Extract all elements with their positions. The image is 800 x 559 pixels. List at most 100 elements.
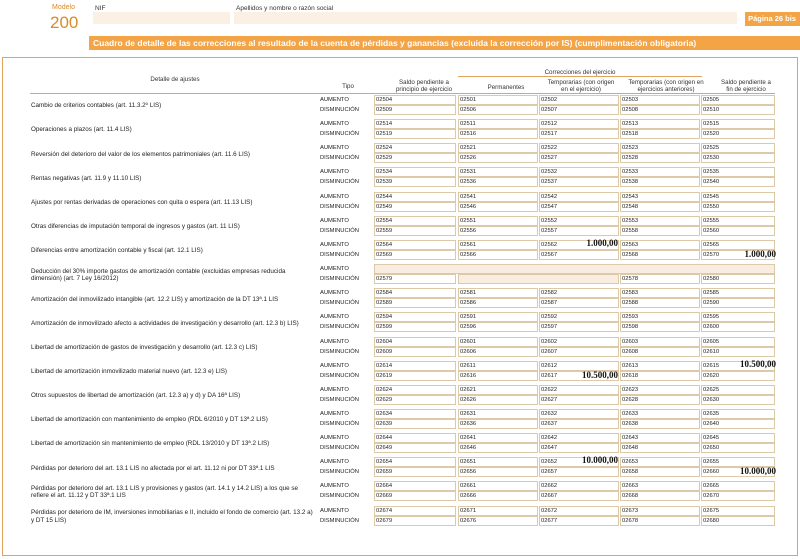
box-aumento-2[interactable]: 02552 [539,215,619,226]
box-aumento-1[interactable]: 02601 [458,336,538,347]
box-disminucion-2[interactable]: 02557 [539,225,619,236]
box-disminucion-2[interactable]: 02567 [539,249,619,260]
box-aumento-0[interactable]: 02594 [374,312,456,323]
box-aumento-1[interactable]: 02591 [458,312,538,323]
box-aumento-0[interactable]: 02524 [374,143,456,154]
box-disminucion-1[interactable]: 02506 [458,105,538,115]
box-aumento-2[interactable]: 02512 [539,119,619,130]
box-disminucion-2[interactable]: 02657 [539,467,619,478]
box-aumento-1[interactable]: 02501 [458,95,538,105]
box-aumento-1[interactable]: 02611 [458,360,538,371]
box-aumento-1[interactable]: 02661 [458,481,538,492]
box-disminucion-1[interactable]: 02516 [458,129,538,140]
box-disminucion-4[interactable]: 02540 [701,177,775,188]
box-aumento-3[interactable]: 02543 [620,191,700,202]
box-disminucion-3[interactable]: 02668 [620,491,700,502]
box-disminucion-1[interactable]: 02556 [458,225,538,236]
box-saldo-fin[interactable]: 02580 [701,274,775,285]
box-disminucion-4[interactable]: 02620 [701,370,775,381]
box-aumento-4[interactable]: 02525 [701,143,775,154]
box-aumento-3[interactable]: 02633 [620,408,700,419]
box-disminucion-3[interactable]: 02648 [620,443,700,454]
box-disminucion-1[interactable]: 02536 [458,177,538,188]
box-aumento-4[interactable]: 02595 [701,312,775,323]
box-aumento-4[interactable]: 02675 [701,505,775,516]
box-aumento-3[interactable]: 02623 [620,384,700,395]
box-aumento-0[interactable]: 02584 [374,288,456,299]
box-aumento-1[interactable]: 02651 [458,457,538,468]
box-disminucion-1[interactable]: 02566 [458,249,538,260]
box-disminucion-0[interactable]: 02669 [374,491,456,502]
box-temporarias-anteriores[interactable]: 02578 [620,274,700,285]
box-disminucion-1[interactable]: 02526 [458,153,538,164]
box-aumento-3[interactable]: 02583 [620,288,700,299]
box-aumento-3[interactable]: 02603 [620,336,700,347]
box-disminucion-4[interactable]: 02590 [701,298,775,309]
box-aumento-0[interactable]: 02554 [374,215,456,226]
box-aumento-2[interactable]: 02502 [539,95,619,105]
box-aumento-0[interactable]: 02564 [374,239,456,250]
box-aumento-1[interactable]: 02581 [458,288,538,299]
box-disminucion-4[interactable]: 02530 [701,153,775,164]
box-aumento-4[interactable]: 02635 [701,408,775,419]
box-disminucion-4[interactable]: 02560 [701,225,775,236]
box-disminucion-4[interactable]: 02520 [701,129,775,140]
box-aumento-0[interactable]: 02634 [374,408,456,419]
box-disminucion-4[interactable]: 02510 [701,105,775,115]
box-disminucion-0[interactable]: 02629 [374,394,456,405]
box-disminucion-0[interactable]: 02509 [374,105,456,115]
box-disminucion-3[interactable]: 02678 [620,515,700,526]
box-disminucion-1[interactable]: 02676 [458,515,538,526]
box-aumento-3[interactable]: 02563 [620,239,700,250]
box-aumento-2[interactable]: 02622 [539,384,619,395]
box-disminucion-4[interactable]: 02630 [701,394,775,405]
box-aumento-3[interactable]: 02613 [620,360,700,371]
box-aumento-0[interactable]: 02664 [374,481,456,492]
box-disminucion-2[interactable]: 02667 [539,491,619,502]
box-aumento-0[interactable]: 02644 [374,433,456,444]
box-disminucion-0[interactable]: 02659 [374,467,456,478]
box-disminucion-4[interactable]: 02640 [701,418,775,429]
box-disminucion-4[interactable]: 02650 [701,443,775,454]
box-aumento-4[interactable]: 02625 [701,384,775,395]
box-aumento-1[interactable]: 02521 [458,143,538,154]
box-aumento-2[interactable]: 02542 [539,191,619,202]
box-aumento-2[interactable]: 02672 [539,505,619,516]
box-disminucion-1[interactable]: 02606 [458,346,538,357]
box-aumento-3[interactable]: 02503 [620,95,700,105]
box-disminucion-4[interactable]: 02670 [701,491,775,502]
box-disminucion-2[interactable]: 02517 [539,129,619,140]
box-disminucion-2[interactable]: 02537 [539,177,619,188]
box-aumento-1[interactable]: 02541 [458,191,538,202]
box-aumento-2[interactable]: 02602 [539,336,619,347]
box-aumento-4[interactable]: 02555 [701,215,775,226]
box-disminucion-3[interactable]: 02638 [620,418,700,429]
box-aumento-1[interactable]: 02671 [458,505,538,516]
box-disminucion-2[interactable]: 02627 [539,394,619,405]
box-aumento-2[interactable]: 02532 [539,167,619,178]
box-aumento-1[interactable]: 02641 [458,433,538,444]
box-aumento-0[interactable]: 02544 [374,191,456,202]
box-aumento-3[interactable]: 02673 [620,505,700,516]
box-disminucion-0[interactable]: 02679 [374,515,456,526]
box-disminucion-2[interactable]: 02607 [539,346,619,357]
box-aumento-2[interactable]: 02592 [539,312,619,323]
box-aumento-3[interactable]: 02663 [620,481,700,492]
box-disminucion-3[interactable]: 02628 [620,394,700,405]
box-aumento-1[interactable]: 02531 [458,167,538,178]
box-disminucion-2[interactable]: 02637 [539,418,619,429]
box-aumento-0[interactable]: 02614 [374,360,456,371]
box-disminucion-1[interactable]: 02616 [458,370,538,381]
box-aumento-3[interactable]: 02533 [620,167,700,178]
box-aumento-3[interactable]: 02593 [620,312,700,323]
box-disminucion-3[interactable]: 02608 [620,346,700,357]
box-disminucion-0[interactable]: 02519 [374,129,456,140]
box-aumento-0[interactable]: 02624 [374,384,456,395]
box-aumento-2[interactable]: 02582 [539,288,619,299]
box-saldo-inicio[interactable]: 02579 [374,274,456,285]
box-disminucion-3[interactable]: 02518 [620,129,700,140]
box-aumento-0[interactable]: 02674 [374,505,456,516]
box-disminucion-2[interactable]: 02597 [539,322,619,333]
box-disminucion-1[interactable]: 02586 [458,298,538,309]
box-aumento-1[interactable]: 02561 [458,239,538,250]
